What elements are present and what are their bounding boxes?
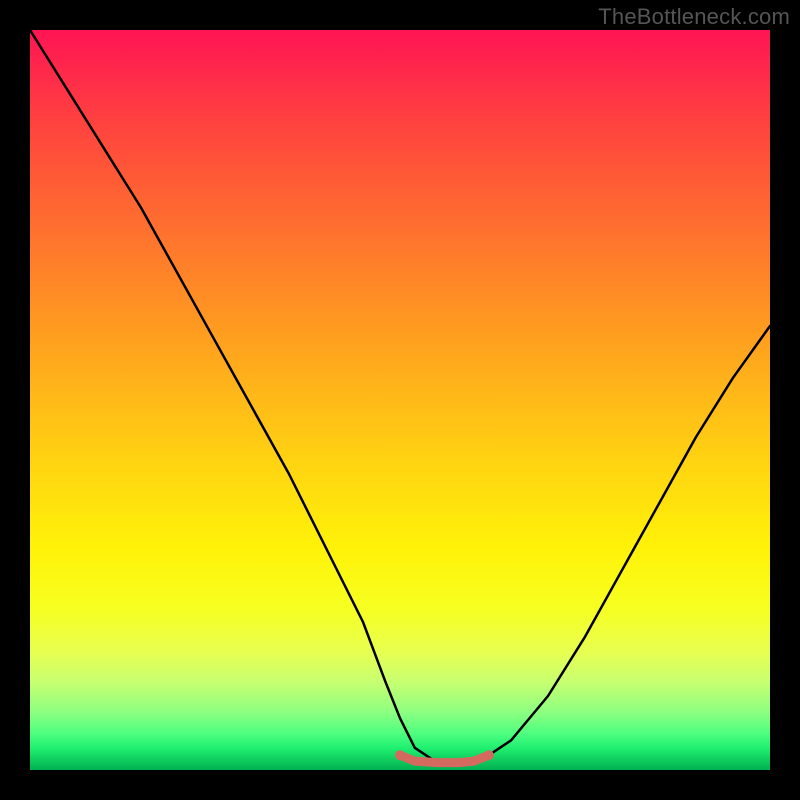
watermark-text: TheBottleneck.com bbox=[598, 4, 790, 30]
optimal-segment bbox=[400, 755, 489, 762]
optimal-segment-end-dot bbox=[484, 750, 494, 760]
curve-layer bbox=[30, 30, 770, 770]
bottleneck-curve bbox=[30, 30, 770, 763]
plot-area bbox=[30, 30, 770, 770]
optimal-segment-start-dot bbox=[395, 750, 405, 760]
chart-frame: TheBottleneck.com bbox=[0, 0, 800, 800]
